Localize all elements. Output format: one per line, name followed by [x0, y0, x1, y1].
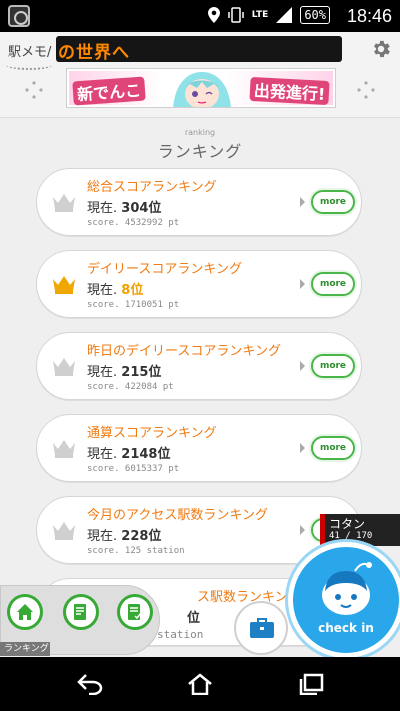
recent-apps-icon[interactable]: [298, 673, 324, 695]
home-icon: [17, 604, 33, 620]
checklist-button[interactable]: [117, 594, 153, 630]
app-header: 駅メモ/ の世界へ 新でんこ 出発進行!: [0, 32, 400, 118]
ranking-title: 通算スコアランキング: [87, 426, 217, 441]
notes-button[interactable]: [63, 594, 99, 630]
arrow-right-icon: [300, 197, 305, 207]
more-button[interactable]: more: [311, 354, 355, 378]
promo-banner[interactable]: 新でんこ 出発進行!: [66, 68, 336, 108]
ranking-score: station: [157, 628, 204, 641]
ranking-title: デイリースコアランキング: [87, 262, 242, 277]
brand-decoration: [6, 60, 52, 70]
bag-button[interactable]: [234, 601, 288, 655]
ranking-position: 現在. 215位: [87, 365, 162, 380]
crown-icon: [53, 276, 75, 294]
station-name: コタン: [329, 517, 366, 531]
ranking-position: 現在. 2148位: [87, 447, 171, 462]
briefcase-icon: [250, 618, 274, 638]
more-button[interactable]: more: [311, 436, 355, 460]
checklist-icon: [128, 604, 142, 620]
page-title: ランキング: [157, 142, 243, 161]
ranking-score: score. 422084 pt: [87, 382, 174, 392]
crown-icon: [53, 522, 75, 540]
arrow-right-icon: [300, 361, 305, 371]
news-ticker[interactable]: の世界へ: [56, 36, 342, 62]
ranking-position: 現在. 8位: [87, 283, 144, 298]
status-bar: LTE 60% 18:46: [0, 0, 400, 32]
section-subtitle: ranking: [184, 128, 216, 137]
crown-icon: [53, 440, 75, 458]
clock: 18:46: [346, 6, 392, 26]
app-notification-icon: [8, 5, 30, 27]
banner-right-text: 出発進行!: [249, 76, 330, 106]
ranking-title: 昨日のデイリースコアランキング: [87, 344, 281, 359]
character-illustration-icon: [173, 72, 231, 107]
arrow-right-icon: [300, 525, 305, 535]
system-nav-bar: [0, 657, 400, 711]
home-button[interactable]: [7, 594, 43, 630]
ranking-title: ス駅数ランキング: [197, 590, 301, 605]
decorative-dots-icon: [357, 81, 375, 99]
ranking-position: 現在. 304位: [87, 201, 162, 216]
crown-icon: [53, 358, 75, 376]
checkin-character-icon: [322, 562, 372, 615]
ranking-score: score. 125 station: [87, 546, 185, 556]
ranking-score: score. 1710051 pt: [87, 300, 180, 310]
more-button[interactable]: more: [311, 272, 355, 296]
checkin-button[interactable]: check in: [288, 542, 400, 658]
arrow-right-icon: [300, 443, 305, 453]
ranking-card-cumulative[interactable]: 通算スコアランキング 現在. 2148位 score. 6015337 pt m…: [36, 414, 362, 482]
ranking-title: 今月のアクセス駅数ランキング: [87, 508, 268, 523]
back-icon[interactable]: [76, 673, 104, 695]
signal-icon: [276, 7, 293, 23]
current-screen-label: ランキング: [0, 642, 50, 656]
ranking-score: score. 6015337 pt: [87, 464, 180, 474]
ranking-position: 位: [187, 611, 201, 626]
ranking-position: 現在. 228位: [87, 529, 162, 544]
network-label: LTE: [251, 10, 269, 20]
battery-indicator: 60%: [300, 6, 330, 24]
ranking-title: 総合スコアランキング: [87, 180, 217, 195]
vibrate-icon: [228, 7, 244, 23]
ranking-card-yesterday-daily[interactable]: 昨日のデイリースコアランキング 現在. 215位 score. 422084 p…: [36, 332, 362, 400]
station-count: 41 / 170: [329, 531, 373, 541]
decorative-dots-icon: [25, 81, 43, 99]
arrow-right-icon: [300, 279, 305, 289]
ranking-card-total[interactable]: 総合スコアランキング 現在. 304位 score. 4532992 pt mo…: [36, 168, 362, 236]
notes-icon: [74, 604, 86, 620]
crown-icon: [53, 194, 75, 212]
gear-icon[interactable]: [370, 38, 392, 60]
location-icon: [207, 7, 220, 23]
checkin-label: check in: [318, 621, 374, 635]
ranking-card-daily[interactable]: デイリースコアランキング 現在. 8位 score. 1710051 pt mo…: [36, 250, 362, 318]
more-button[interactable]: more: [311, 190, 355, 214]
banner-left-text: 新でんこ: [72, 76, 146, 106]
app-brand: 駅メモ/: [8, 45, 52, 60]
home-system-icon[interactable]: [187, 673, 213, 695]
status-icons: LTE 60%: [207, 6, 330, 24]
station-status[interactable]: コタン 41 / 170: [320, 514, 400, 546]
ranking-score: score. 4532992 pt: [87, 218, 180, 228]
ticker-text: の世界へ: [58, 43, 130, 62]
